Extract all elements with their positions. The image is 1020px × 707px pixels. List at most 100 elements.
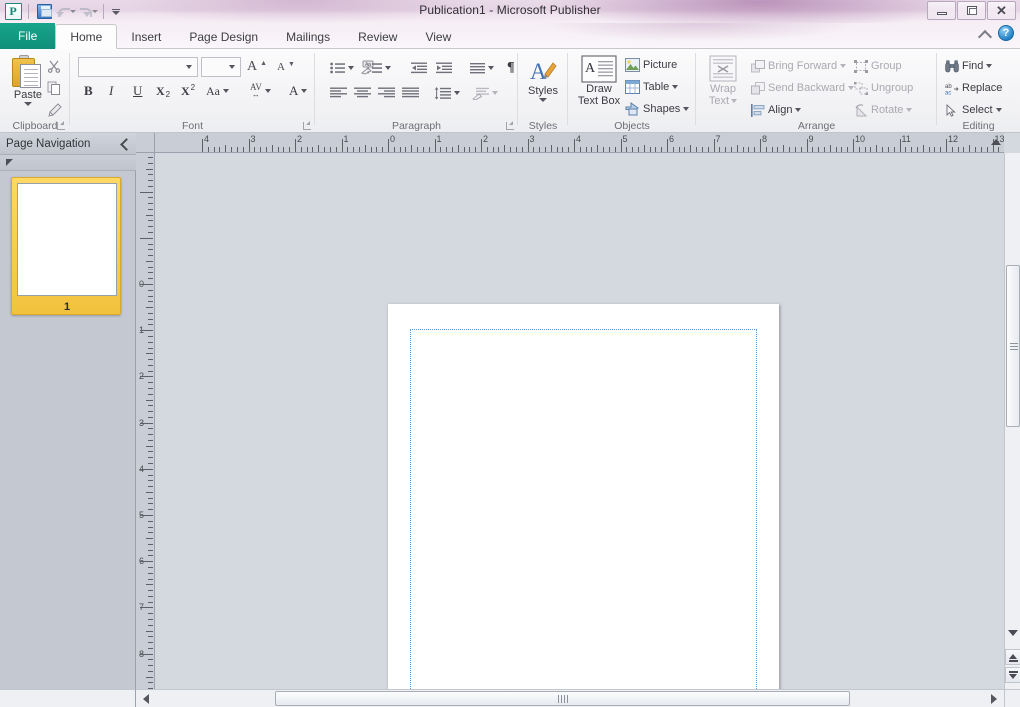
ruler-tick <box>486 147 488 152</box>
minimize-ribbon-icon[interactable] <box>978 26 992 40</box>
chevron-down-icon <box>223 89 229 93</box>
change-case-button[interactable]: Aa <box>204 81 231 101</box>
ruler-tick <box>148 647 153 649</box>
underline-button[interactable]: U <box>131 81 144 101</box>
scroll-left-button[interactable] <box>138 691 154 706</box>
help-icon[interactable]: ? <box>998 25 1014 41</box>
ruler-corner[interactable] <box>136 133 155 153</box>
wrap-text-button[interactable]: Wrap Text <box>700 55 746 107</box>
page-thumbnail-1[interactable]: 1 <box>11 177 121 315</box>
text-direction-button[interactable] <box>468 58 496 78</box>
tab-file[interactable]: File <box>0 23 56 49</box>
character-spacing-button[interactable]: AV ↔ <box>248 81 273 101</box>
document-canvas[interactable] <box>155 153 1004 689</box>
paragraph-spacing-button[interactable] <box>470 83 500 103</box>
bold-button[interactable]: B <box>82 81 95 101</box>
select-button[interactable]: Select <box>943 100 1004 120</box>
svg-text:A: A <box>530 59 547 84</box>
replace-icon: ab ac <box>945 82 959 96</box>
find-button[interactable]: Find <box>943 56 994 76</box>
ruler-tick-label: 8 <box>762 134 768 144</box>
increase-indent-button[interactable] <box>434 58 454 78</box>
ruler-tick <box>481 139 482 152</box>
cut-button[interactable] <box>45 56 63 76</box>
scroll-up-icon[interactable] <box>991 139 1001 145</box>
collapse-nav-icon[interactable] <box>118 138 130 150</box>
tab-page-design[interactable]: Page Design <box>175 25 272 49</box>
vertical-ruler[interactable]: 01234567891011 <box>136 153 155 689</box>
ruler-tick <box>696 147 698 152</box>
tab-insert[interactable]: Insert <box>117 25 175 49</box>
decrease-indent-button[interactable] <box>409 58 429 78</box>
grow-font-button[interactable]: A ▲ <box>245 57 269 77</box>
justify-button[interactable] <box>400 83 421 103</box>
align-right-button[interactable] <box>376 83 397 103</box>
italic-button[interactable]: I <box>107 81 115 101</box>
table-button[interactable]: Table <box>623 77 680 97</box>
align-objects-button[interactable]: Align <box>749 100 803 120</box>
close-button[interactable]: ✕ <box>987 1 1016 20</box>
horizontal-scrollbar[interactable] <box>136 689 1004 707</box>
numbering-button[interactable]: 123 <box>365 58 393 78</box>
maximize-button[interactable] <box>957 1 986 20</box>
ruler-tick <box>148 162 153 164</box>
vertical-scroll-thumb[interactable] <box>1006 265 1020 427</box>
scroll-down-button[interactable] <box>1005 625 1020 641</box>
ruler-tick <box>148 613 153 615</box>
bring-forward-button[interactable]: Bring Forward <box>749 56 848 76</box>
superscript-button[interactable]: X 2 <box>179 81 197 101</box>
change-case-icon: Aa <box>206 83 220 98</box>
ruler-tick <box>823 147 825 152</box>
scroll-right-button[interactable] <box>986 691 1002 706</box>
vertical-scrollbar[interactable] <box>1004 153 1020 689</box>
shapes-button[interactable]: Shapes <box>623 99 691 119</box>
ruler-tick-label: 12 <box>948 134 959 144</box>
font-dialog-launcher[interactable] <box>302 120 313 131</box>
next-page-button[interactable] <box>1005 667 1020 683</box>
send-backward-button[interactable]: Send Backward <box>749 78 856 98</box>
picture-button[interactable]: Picture <box>623 55 679 75</box>
table-icon <box>625 80 640 94</box>
ruler-tick <box>864 147 866 152</box>
tab-home[interactable]: Home <box>55 24 118 49</box>
font-color-button[interactable]: A <box>287 81 309 101</box>
shrink-font-button[interactable]: A ▼ <box>275 57 297 77</box>
section-expander-icon[interactable] <box>6 159 13 166</box>
window-controls: ✕ <box>927 1 1016 20</box>
group-objects-button[interactable]: Group <box>852 56 904 76</box>
clipboard-dialog-launcher[interactable] <box>56 120 67 131</box>
previous-page-button[interactable] <box>1005 649 1020 665</box>
replace-button[interactable]: ab ac Replace <box>943 78 1004 98</box>
format-painter-button[interactable] <box>45 100 64 120</box>
minimize-button[interactable] <box>927 1 956 20</box>
styles-button[interactable]: A Styles <box>518 57 568 102</box>
font-name-combo[interactable] <box>78 57 198 77</box>
publication-page[interactable] <box>388 304 779 689</box>
draw-text-box-button[interactable]: A Draw Text Box <box>571 55 627 107</box>
shapes-label: Shapes <box>643 103 681 115</box>
paragraph-dialog-launcher[interactable] <box>505 120 516 131</box>
align-left-button[interactable] <box>328 83 349 103</box>
tab-mailings[interactable]: Mailings <box>272 25 344 49</box>
bullets-button[interactable] <box>328 58 356 78</box>
horizontal-scroll-thumb[interactable] <box>275 691 850 706</box>
tab-review[interactable]: Review <box>344 25 411 49</box>
rotate-button[interactable]: Rotate <box>852 100 914 120</box>
ungroup-button[interactable]: Ungroup <box>852 78 915 98</box>
tab-view[interactable]: View <box>411 25 465 49</box>
window-title: Publication1 - Microsoft Publisher <box>419 3 601 17</box>
ruler-tick <box>265 147 267 152</box>
subscript-button[interactable]: X 2 <box>154 81 172 101</box>
ruler-tick <box>140 515 153 516</box>
pilcrow-icon: ¶ <box>507 60 515 75</box>
page-navigation-subbar <box>0 155 136 171</box>
copy-button[interactable] <box>45 78 63 98</box>
line-spacing-button[interactable] <box>432 83 462 103</box>
page-navigation-title: Page Navigation <box>6 137 91 150</box>
align-center-button[interactable] <box>352 83 373 103</box>
font-size-combo[interactable] <box>201 57 241 77</box>
show-formatting-marks-button[interactable]: ¶ <box>505 58 517 78</box>
ruler-tick <box>893 147 895 152</box>
text-direction-icon <box>470 62 485 74</box>
horizontal-ruler[interactable]: 4 3 2 1 0 1 2 3 4 5 6 7 8 9 10 11 12 13 <box>155 133 1004 153</box>
